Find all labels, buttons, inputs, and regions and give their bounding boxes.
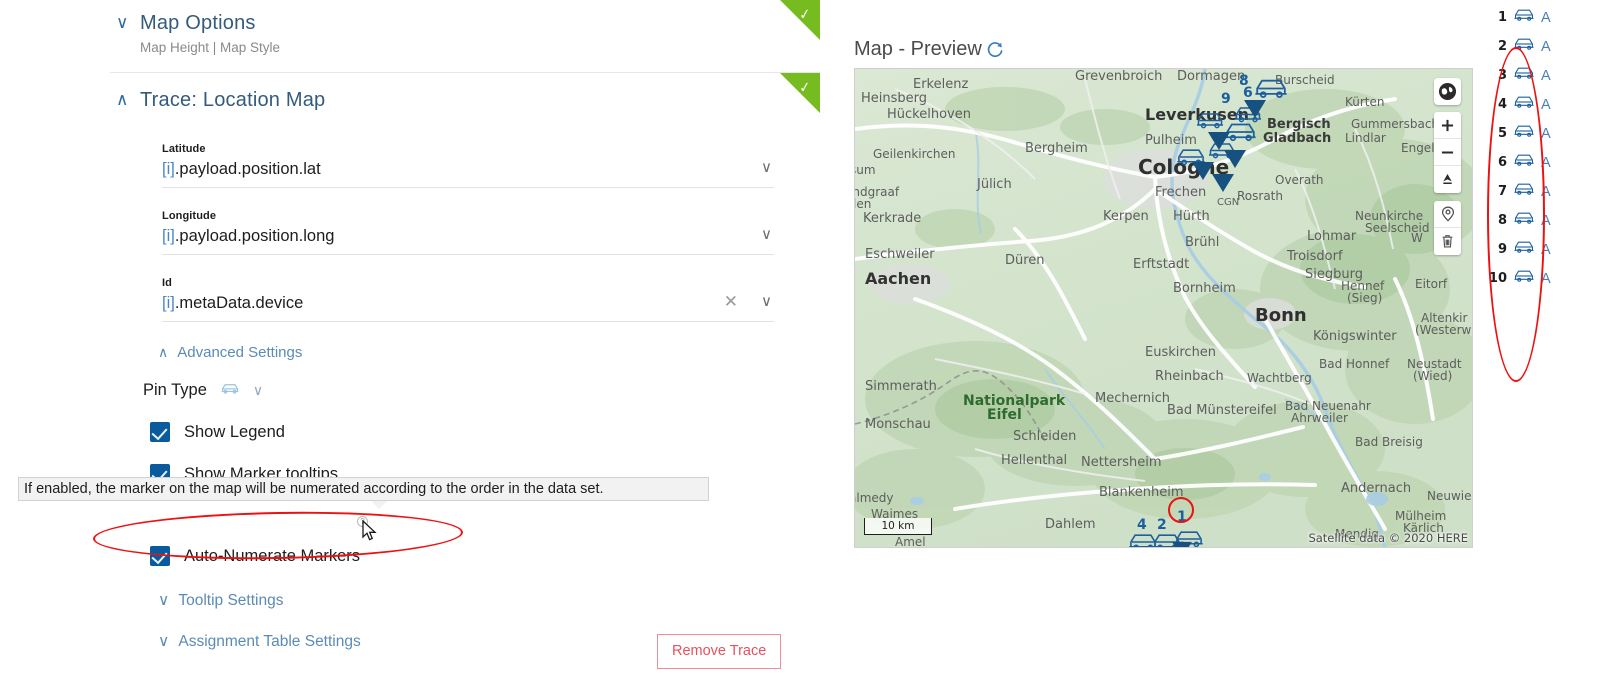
latitude-path: .payload.position.lat [175, 160, 321, 178]
legend-row-label: A [1541, 68, 1551, 84]
map-marker-number: 4 [1137, 517, 1147, 533]
map-canvas[interactable]: ErkelenzHeinsbergHückelhovenGrevenbroich… [854, 68, 1473, 548]
map-options-subtitle: Map Height | Map Style [140, 39, 820, 56]
map-scale-bar: 10 km [864, 518, 932, 535]
latitude-dropdown-chevron-icon[interactable]: ∨ [761, 160, 772, 175]
pin-type-row[interactable]: Pin Type ∨ [143, 381, 820, 400]
map-marker-number: 2 [1157, 517, 1167, 533]
latitude-label: Latitude [162, 142, 774, 156]
tooltip-text: If enabled, the marker on the map will b… [24, 481, 604, 497]
map-options-section[interactable]: ✓ ∨ Map Options Map Height | Map Style [110, 0, 820, 72]
pin-icon[interactable] [1434, 201, 1461, 228]
id-field[interactable]: Id [i].metaData.device ✕ ∨ [162, 265, 774, 322]
compass-icon[interactable] [1434, 166, 1461, 193]
auto-numerate-tooltip: If enabled, the marker on the map will b… [18, 477, 709, 501]
chevron-up-icon: ∧ [158, 344, 168, 361]
map-tools [1434, 201, 1461, 255]
map-marker-teardrop[interactable] [1171, 541, 1193, 548]
tooltip-tail [371, 501, 387, 509]
legend-row-label: A [1541, 39, 1551, 55]
car-icon [1513, 8, 1535, 27]
settings-panel: ✓ ∨ Map Options Map Height | Map Style ✓… [0, 0, 845, 695]
show-legend-checkbox[interactable] [150, 422, 170, 442]
longitude-path: .payload.position.long [175, 227, 335, 245]
legend-row-label: A [1541, 10, 1551, 26]
id-dropdown-chevron-icon[interactable]: ∨ [761, 294, 772, 309]
annotation-circle-marker-1 [1168, 497, 1194, 523]
clear-icon[interactable]: ✕ [724, 293, 738, 310]
remove-trace-button[interactable]: Remove Trace [657, 634, 781, 669]
id-path: .metaData.device [175, 294, 303, 312]
legend-row-label: A [1541, 97, 1551, 113]
longitude-dropdown-chevron-icon[interactable]: ∨ [761, 227, 772, 242]
id-value: [i].metaData.device [162, 290, 774, 321]
map-terrain-background [855, 69, 1473, 548]
map-options-title: Map Options [140, 10, 256, 36]
chevron-down-icon: ∨ [158, 632, 169, 651]
pin-type-label: Pin Type [143, 381, 207, 400]
map-preview-title: Map - Preview [854, 38, 982, 61]
map-marker-teardrop[interactable] [1223, 149, 1247, 174]
advanced-settings-label: Advanced Settings [177, 344, 302, 361]
screen-root: ✓ ∨ Map Options Map Height | Map Style ✓… [0, 0, 1600, 695]
annotation-ellipse-legend [1487, 47, 1545, 382]
show-legend-row[interactable]: Show Legend [150, 422, 820, 442]
map-options-header[interactable]: ∨ Map Options [110, 0, 820, 36]
legend-row[interactable]: 2A [1485, 32, 1595, 61]
trace-title: Trace: Location Map [140, 87, 325, 113]
chevron-up-icon[interactable]: ∧ [110, 87, 140, 113]
trace-header[interactable]: ∧ Trace: Location Map [110, 73, 820, 113]
trash-icon[interactable] [1434, 228, 1461, 255]
longitude-field[interactable]: Longitude [i].payload.position.long ∨ [162, 198, 774, 255]
refresh-icon[interactable] [985, 40, 1005, 60]
chevron-down-icon[interactable]: ∨ [110, 10, 140, 36]
map-controls [1434, 78, 1461, 255]
id-index-token: [i] [162, 294, 175, 312]
map-marker-number: 9 [1221, 91, 1231, 107]
zoom-out-icon[interactable] [1434, 139, 1461, 166]
map-marker-teardrop[interactable] [1243, 99, 1267, 124]
longitude-value: [i].payload.position.long [162, 223, 774, 254]
check-icon: ✓ [798, 6, 812, 21]
map-preview-panel: Map - Preview [845, 0, 1600, 695]
legend-row-number: 1 [1485, 10, 1507, 25]
legend-row-number: 2 [1485, 39, 1507, 54]
map-marker-teardrop[interactable] [1211, 173, 1235, 198]
id-label: Id [162, 276, 774, 290]
legend-row[interactable]: 1A [1485, 3, 1595, 32]
globe-icon[interactable] [1434, 78, 1461, 105]
check-icon: ✓ [798, 79, 812, 94]
tooltip-settings-label: Tooltip Settings [178, 592, 283, 610]
advanced-settings-toggle[interactable]: ∧ Advanced Settings [158, 344, 820, 361]
show-legend-label: Show Legend [184, 423, 285, 442]
latitude-field[interactable]: Latitude [i].payload.position.lat ∨ [162, 131, 774, 188]
zoom-in-icon[interactable] [1434, 112, 1461, 139]
latitude-index-token: [i] [162, 160, 175, 178]
legend-row-label: A [1541, 126, 1551, 142]
assignment-table-settings-label: Assignment Table Settings [178, 633, 360, 651]
map-options-valid-badge: ✓ [780, 0, 820, 40]
zoom-controls [1434, 112, 1461, 193]
chevron-down-icon: ∨ [158, 591, 169, 610]
tooltip-settings-toggle[interactable]: ∨ Tooltip Settings [158, 591, 820, 610]
longitude-label: Longitude [162, 209, 774, 223]
latitude-value: [i].payload.position.lat [162, 156, 774, 187]
longitude-index-token: [i] [162, 227, 175, 245]
trace-valid-badge: ✓ [780, 73, 820, 113]
car-icon [220, 381, 240, 400]
pin-type-chevron-down-icon[interactable]: ∨ [253, 382, 263, 399]
map-attribution: Satellite data © 2020 HERE [1308, 531, 1468, 545]
